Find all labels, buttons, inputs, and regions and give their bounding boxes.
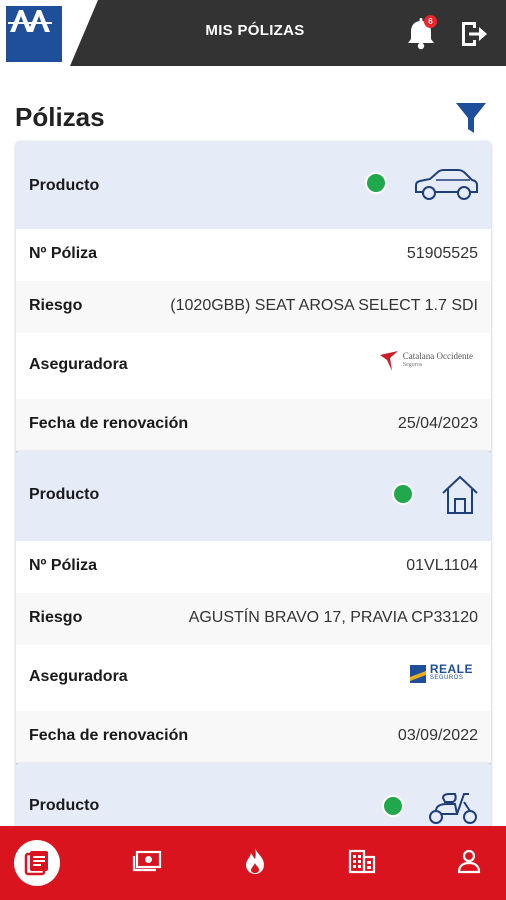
person-icon <box>457 849 481 874</box>
policy-number-row: Nº Póliza 51905525 <box>16 229 491 281</box>
insurer-label: Aseguradora <box>29 356 128 373</box>
insurer-row: Aseguradora REALE SEGUROS <box>16 645 491 711</box>
insurer-name: Catalana Occidente <box>402 351 473 361</box>
risk-label: Riesgo <box>29 609 83 626</box>
product-label: Producto <box>29 486 100 503</box>
policy-number-label: Nº Póliza <box>29 245 98 262</box>
insurer-logo: Catalana Occidente Seguros <box>379 351 473 371</box>
insurer-sub: Seguros <box>402 362 423 368</box>
nav-claims[interactable] <box>238 844 272 878</box>
status-indicator <box>365 172 387 194</box>
policy-number-value: 01VL1104 <box>406 557 478 574</box>
bottom-navigation <box>0 826 506 900</box>
logout-icon <box>462 22 487 46</box>
insurer-logo: REALE SEGUROS <box>409 662 473 683</box>
notification-badge: 6 <box>424 15 437 28</box>
policy-number-row: Nº Póliza 01VL1104 <box>16 541 491 593</box>
brand-logo <box>6 6 62 62</box>
policy-card-header: Producto <box>16 451 491 541</box>
risk-value: (1020GBB) SEAT AROSA SELECT 1.7 SDI <box>170 297 478 314</box>
filter-icon <box>456 103 486 133</box>
product-label: Producto <box>29 177 100 194</box>
top-bar: MIS PÓLIZAS 6 <box>0 0 506 66</box>
nav-policies[interactable] <box>14 840 60 886</box>
policies-icon <box>24 851 48 876</box>
policy-card[interactable]: Producto Nº Póliza 01VL1104 Riesgo AGUST… <box>16 451 491 766</box>
policy-card[interactable]: Producto Nº Póliza 51905525 Riesgo (1020… <box>16 141 491 454</box>
page-title: Pólizas <box>15 102 105 132</box>
insurer-row: Aseguradora Catalana Occidente Seguros <box>16 333 491 399</box>
filter-button[interactable] <box>455 101 487 135</box>
policy-card-header: Producto <box>16 141 491 229</box>
car-icon <box>415 169 478 200</box>
building-icon <box>348 849 376 874</box>
renewal-value: 03/09/2022 <box>397 727 478 744</box>
product-label: Producto <box>29 797 100 814</box>
policy-card-header: Producto <box>16 763 491 833</box>
payments-icon <box>132 850 162 872</box>
risk-row: Riesgo (1020GBB) SEAT AROSA SELECT 1.7 S… <box>16 281 491 333</box>
policy-number-label: Nº Póliza <box>29 557 98 574</box>
insurer-name: REALE <box>429 662 473 676</box>
logo-area <box>0 0 98 66</box>
status-indicator <box>392 483 414 505</box>
logout-button[interactable] <box>458 18 490 50</box>
insurer-label: Aseguradora <box>29 668 128 685</box>
renewal-value: 25/04/2023 <box>397 415 478 432</box>
notifications-button[interactable]: 6 <box>404 15 438 51</box>
policy-card[interactable]: Producto <box>16 763 491 833</box>
renewal-label: Fecha de renovación <box>29 727 189 744</box>
risk-row: Riesgo AGUSTÍN BRAVO 17, PRAVIA CP33120 <box>16 593 491 645</box>
renewal-row: Fecha de renovación 03/09/2022 <box>16 711 491 763</box>
nav-payments[interactable] <box>130 844 164 878</box>
renewal-row: Fecha de renovación 25/04/2023 <box>16 399 491 451</box>
fire-icon <box>246 848 264 874</box>
screen-title: MIS PÓLIZAS <box>205 22 305 39</box>
renewal-label: Fecha de renovación <box>29 415 189 432</box>
nav-profile[interactable] <box>452 844 486 878</box>
risk-label: Riesgo <box>29 297 83 314</box>
risk-value: AGUSTÍN BRAVO 17, PRAVIA CP33120 <box>188 609 478 626</box>
house-icon <box>442 475 478 514</box>
nav-office[interactable] <box>345 844 379 878</box>
scooter-icon <box>429 793 477 824</box>
policy-number-value: 51905525 <box>406 245 478 262</box>
status-indicator <box>382 795 404 817</box>
